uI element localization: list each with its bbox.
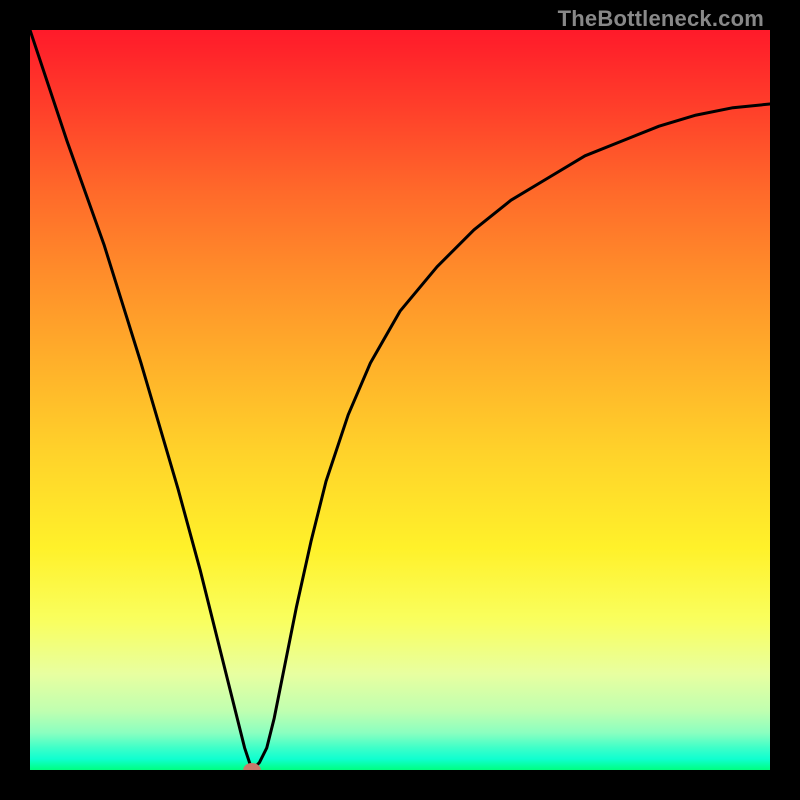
chart-frame: TheBottleneck.com	[0, 0, 800, 800]
plot-area	[30, 30, 770, 770]
bottleneck-curve	[30, 30, 770, 770]
watermark: TheBottleneck.com	[558, 6, 764, 32]
curve-path	[30, 30, 770, 770]
